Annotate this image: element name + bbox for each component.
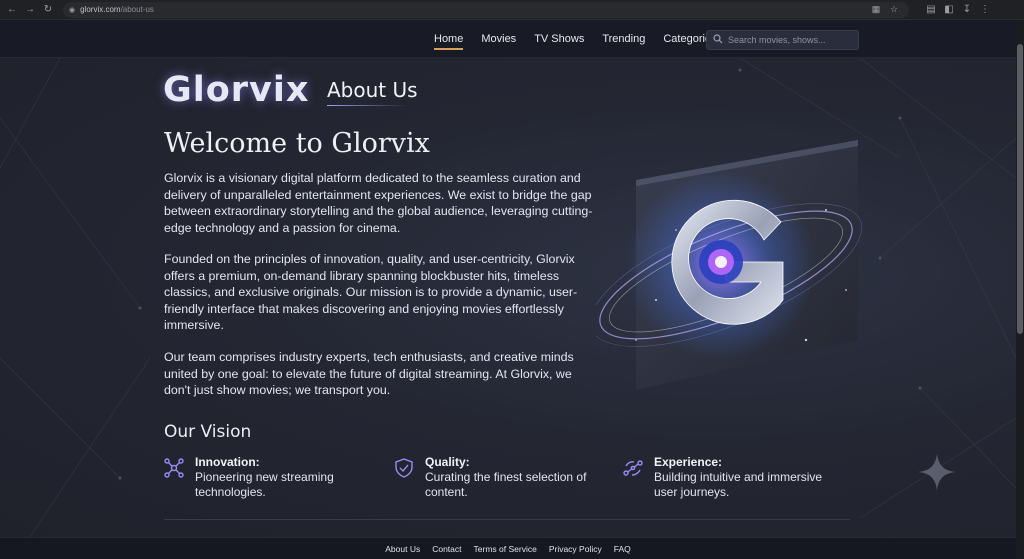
footer-link-terms[interactable]: Terms of Service — [474, 544, 537, 554]
brand-logo[interactable]: Glorvix — [163, 70, 309, 110]
section-divider — [164, 519, 850, 520]
back-icon[interactable]: ← — [3, 1, 21, 19]
vision-text: Building intuitive and immersive user jo… — [654, 470, 823, 499]
page-scrollbar[interactable] — [1016, 20, 1024, 559]
nav-trending[interactable]: Trending — [602, 20, 645, 58]
main-nav: Home Movies TV Shows Trending Categories — [434, 20, 735, 58]
user-journey-icon — [623, 460, 643, 476]
nav-tv-shows[interactable]: TV Shows — [534, 20, 584, 58]
logo-text: Glorvix — [163, 70, 310, 110]
address-bar[interactable]: ◉ glorvix.com/about-us ▦ ☆ — [63, 1, 909, 19]
vision-heading: Our Vision — [164, 422, 252, 442]
page-title: About Us — [327, 78, 418, 102]
intro-paragraph: Glorvix is a visionary digital platform … — [164, 171, 593, 235]
vision-title: Innovation: — [195, 455, 260, 469]
footer-link-privacy[interactable]: Privacy Policy — [549, 544, 602, 554]
mission-paragraph: Founded on the principles of innovation,… — [164, 252, 578, 333]
vision-item-innovation: Innovation: Pioneering new streaming tec… — [164, 455, 340, 500]
footer-link-about[interactable]: About Us — [385, 544, 420, 554]
side-panel-icon[interactable]: ◧ — [940, 1, 958, 19]
shield-check-icon — [395, 458, 413, 478]
footer-link-contact[interactable]: Contact — [432, 544, 461, 554]
search-icon — [713, 33, 723, 47]
translate-icon[interactable]: ▦ — [867, 1, 885, 19]
sparkle-icon — [918, 453, 956, 491]
title-underline — [327, 105, 407, 106]
glorvix-hero-emblem — [596, 140, 862, 390]
menu-kebab-icon[interactable]: ⋮ — [976, 1, 994, 19]
vision-item-experience: Experience: Building intuitive and immer… — [623, 455, 834, 500]
forward-icon[interactable]: → — [21, 1, 39, 19]
network-nodes-icon — [164, 458, 184, 478]
scrollbar-thumb[interactable] — [1017, 44, 1023, 334]
download-icon[interactable]: ↧ — [958, 1, 976, 19]
bookmark-star-icon[interactable]: ☆ — [885, 1, 903, 19]
browser-toolbar: ← → ↻ ◉ glorvix.com/about-us ▦ ☆ ▤ ◧ ↧ ⋮ — [0, 0, 1024, 20]
vision-item-quality: Quality: Curating the finest selection o… — [394, 455, 600, 500]
site-header: Home Movies TV Shows Trending Categories — [0, 20, 1016, 58]
site-footer: About Us Contact Terms of Service Privac… — [0, 537, 1016, 559]
vision-title: Quality: — [425, 455, 470, 469]
vision-text: Curating the finest selection of content… — [425, 470, 587, 499]
extensions-icon[interactable]: ▤ — [922, 1, 940, 19]
search-input[interactable] — [728, 35, 858, 45]
reload-icon[interactable]: ↻ — [39, 1, 57, 19]
url-path: /about-us — [120, 5, 154, 14]
search-box[interactable] — [706, 30, 859, 50]
nav-home[interactable]: Home — [434, 20, 464, 58]
welcome-heading: Welcome to Glorvix — [164, 128, 430, 159]
footer-link-faq[interactable]: FAQ — [614, 544, 631, 554]
url-domain: glorvix.com — [80, 5, 121, 14]
vision-text: Pioneering new streaming technologies. — [195, 470, 334, 499]
nav-movies[interactable]: Movies — [481, 20, 516, 58]
team-paragraph: Our team comprises industry experts, tec… — [164, 350, 574, 398]
vision-title: Experience: — [654, 455, 723, 469]
site-info-icon[interactable]: ◉ — [69, 6, 75, 14]
